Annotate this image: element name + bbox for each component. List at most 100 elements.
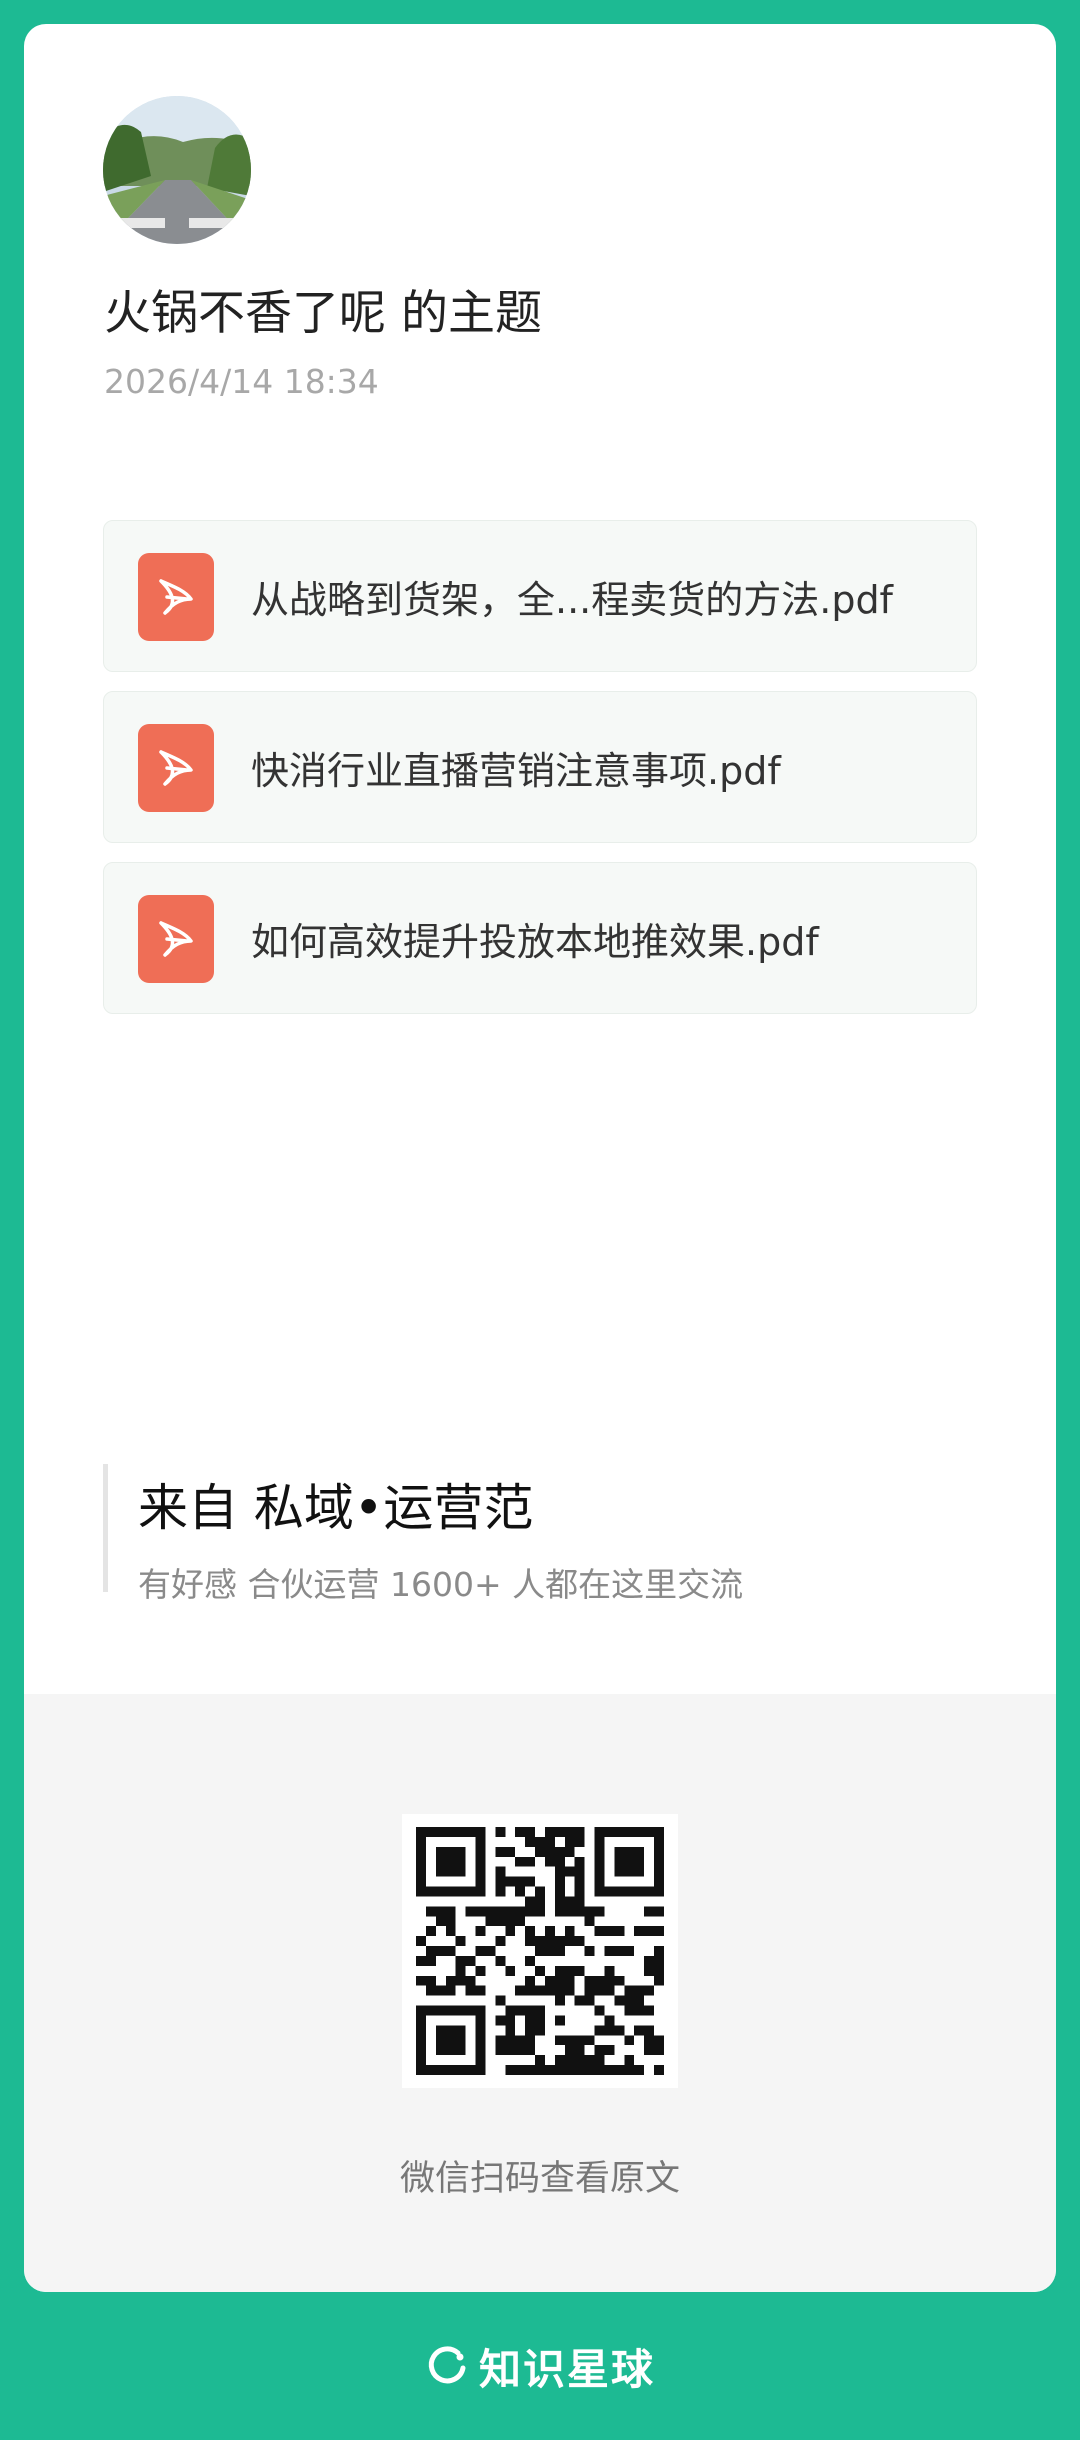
qr-module xyxy=(495,1876,506,1887)
qr-module xyxy=(614,1856,625,1867)
qr-module xyxy=(465,1886,476,1897)
qr-module xyxy=(445,1846,456,1857)
qr-module xyxy=(435,1886,446,1897)
qr-module xyxy=(465,1955,476,1966)
qr-module xyxy=(584,1946,595,1956)
qr-module xyxy=(574,2035,585,2046)
qr-module xyxy=(624,2065,635,2075)
qr-module xyxy=(564,1846,575,1857)
qr-module xyxy=(495,1955,506,1966)
qr-module xyxy=(614,1886,625,1897)
qr-module xyxy=(425,1886,436,1897)
qr-module xyxy=(535,1886,545,1897)
qr-module xyxy=(554,1946,565,1956)
author-avatar[interactable] xyxy=(103,96,251,244)
qr-module xyxy=(475,2055,486,2066)
qr-module xyxy=(465,2065,476,2075)
group-source-description: 有好感 合伙运营 1600+ 人都在这里交流 xyxy=(138,1565,744,1604)
qr-module xyxy=(614,1926,625,1937)
qr-module xyxy=(425,1955,436,1966)
qr-module xyxy=(425,1946,436,1956)
qr-module xyxy=(465,1827,476,1837)
qr-module xyxy=(445,1827,456,1837)
attachment-item[interactable]: 如何高效提升投放本地推效果.pdf xyxy=(103,862,977,1014)
qr-module xyxy=(465,1906,476,1917)
qr-module xyxy=(505,1846,516,1857)
qr-module xyxy=(435,2045,446,2056)
qr-module xyxy=(604,1946,615,1956)
qr-module xyxy=(535,1896,545,1907)
qr-module xyxy=(525,2005,536,2016)
qr-module xyxy=(644,1906,655,1917)
qr-module xyxy=(525,1836,536,1847)
qr-module xyxy=(465,1985,476,1996)
qr-module xyxy=(455,2025,466,2036)
qr-module xyxy=(515,2005,526,2016)
qr-module xyxy=(475,1946,486,1956)
qr-module xyxy=(614,1975,625,1986)
qr-module xyxy=(445,1856,456,1867)
attachment-item[interactable]: 从战略到货架，全...程卖货的方法.pdf xyxy=(103,520,977,672)
qr-module xyxy=(564,2065,575,2075)
qr-module xyxy=(515,1876,526,1887)
qr-module xyxy=(594,2065,605,2075)
qr-module xyxy=(614,1866,625,1877)
qr-module xyxy=(644,1965,655,1976)
qr-module xyxy=(654,1965,664,1976)
qr-module xyxy=(564,1965,575,1976)
qr-module xyxy=(425,1926,436,1937)
qr-module xyxy=(535,2005,545,2016)
qr-module xyxy=(644,2035,655,2046)
qr-module xyxy=(654,1827,664,1837)
qr-module xyxy=(455,1866,466,1877)
qr-module xyxy=(564,2045,575,2056)
qr-module xyxy=(495,1906,506,1917)
qr-module xyxy=(455,2035,466,2046)
qr-module xyxy=(416,1846,426,1857)
qr-module xyxy=(435,1985,446,1996)
qr-module xyxy=(594,1836,605,1847)
qr-module xyxy=(654,2065,664,2075)
qr-module xyxy=(505,2035,516,2046)
qr-module xyxy=(654,1866,664,1877)
qr-module xyxy=(495,1886,506,1897)
qr-module xyxy=(445,2065,456,2075)
qr-module xyxy=(644,1886,655,1897)
qr-module xyxy=(634,1886,645,1897)
qr-module xyxy=(525,1926,536,1937)
qr-module xyxy=(554,1846,565,1857)
qr-module xyxy=(525,1827,536,1837)
qr-module xyxy=(475,1926,486,1937)
qr-module xyxy=(425,2005,436,2016)
qr-module xyxy=(584,2065,595,2075)
qr-module xyxy=(554,2015,565,2026)
qr-module xyxy=(416,2045,426,2056)
qr-module xyxy=(515,2045,526,2056)
qr-module xyxy=(515,1985,526,1996)
qr-module xyxy=(455,1827,466,1837)
qr-module xyxy=(525,2035,536,2046)
qr-module xyxy=(475,1985,486,1996)
qr-module xyxy=(525,2045,536,2056)
qr-module xyxy=(604,2015,615,2026)
qr-module xyxy=(634,1856,645,1867)
qr-module xyxy=(594,2055,605,2066)
qr-module xyxy=(505,1926,516,1937)
qr-module xyxy=(624,2035,635,2046)
qr-module xyxy=(624,2055,635,2066)
qr-module xyxy=(515,1856,526,1867)
qr-module xyxy=(624,1995,635,2006)
qr-module xyxy=(475,2015,486,2026)
qr-module xyxy=(435,1856,446,1867)
qr-module xyxy=(584,1975,595,1986)
qr-module xyxy=(495,1936,506,1947)
brand-name: 知识星球 xyxy=(478,2344,655,2394)
qr-module xyxy=(584,1985,595,1996)
qr-module xyxy=(554,1936,565,1947)
qr-module xyxy=(554,1896,565,1907)
qr-module xyxy=(654,1836,664,1847)
group-source[interactable]: 来自 私域•运营范 有好感 合伙运营 1600+ 人都在这里交流 xyxy=(103,1464,743,1604)
qr-module xyxy=(455,1955,466,1966)
qr-module xyxy=(515,1886,526,1897)
attachment-item[interactable]: 快消行业直播营销注意事项.pdf xyxy=(103,691,977,843)
